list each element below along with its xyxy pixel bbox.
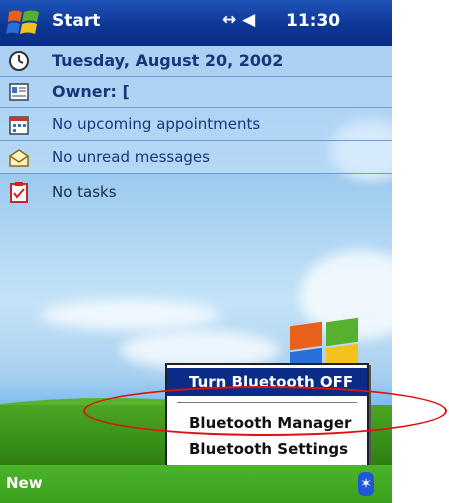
bluetooth-icon[interactable]: ✶ [358,472,374,496]
clock[interactable]: 11:30 [286,11,340,31]
envelope-icon [9,149,29,167]
new-button[interactable]: New [6,474,43,492]
cloud [40,300,220,330]
highlight-ellipse [83,386,447,436]
flag-green [326,317,358,347]
tasks-clipboard-icon [10,182,28,203]
date-row[interactable]: Tuesday, August 20, 2002 [0,46,392,77]
appointments-row[interactable]: No upcoming appointments [0,108,392,141]
owner-card-icon [9,83,29,101]
flag-red [290,321,322,351]
menu-item-label: Bluetooth Settings [189,440,349,458]
tasks-text: No tasks [52,183,117,201]
clock-icon [9,51,29,71]
appointments-text: No upcoming appointments [52,115,261,133]
command-bar: New ✶ [0,465,392,503]
calendar-icon [9,116,29,135]
owner-text: Owner: [ [52,82,130,101]
menu-item-bluetooth-settings[interactable]: Bluetooth Settings [167,435,367,463]
messages-text: No unread messages [52,148,210,166]
date-text: Tuesday, August 20, 2002 [52,51,284,70]
start-flag-icon[interactable] [6,6,44,40]
start-menu-title[interactable]: Start [52,11,100,31]
tasks-row[interactable]: No tasks [0,174,392,208]
connectivity-volume-icons[interactable]: ↔ ◀ [222,10,255,30]
title-bar: Start ↔ ◀ 11:30 [0,0,392,46]
owner-row[interactable]: Owner: [ [0,77,392,108]
messages-row[interactable]: No unread messages [0,141,392,174]
